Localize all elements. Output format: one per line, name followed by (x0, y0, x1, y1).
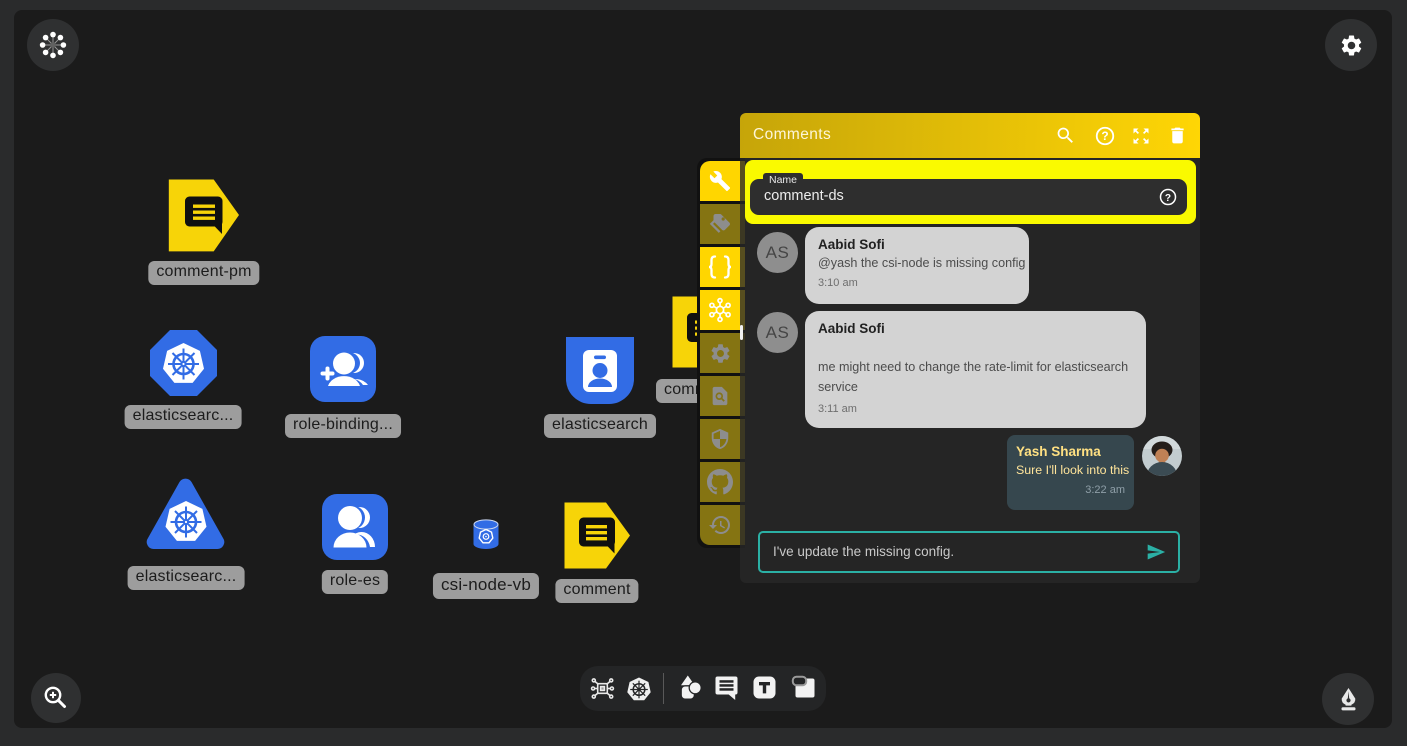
svg-text:?: ? (1101, 129, 1108, 143)
svg-text:?: ? (1165, 193, 1171, 204)
